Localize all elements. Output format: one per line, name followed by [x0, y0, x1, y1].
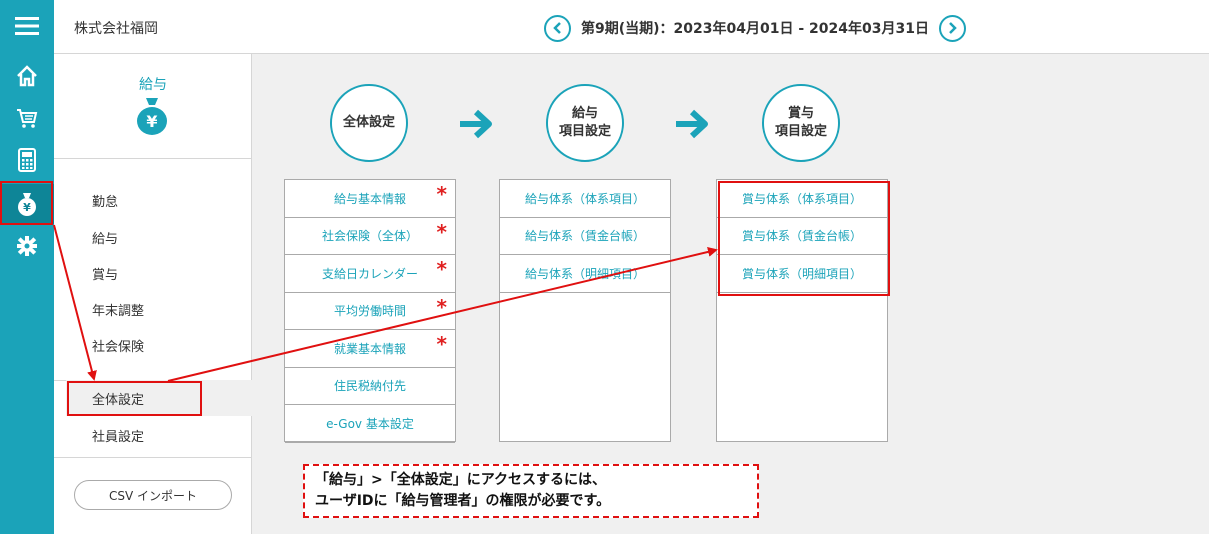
list-item-basic-salary-info[interactable]: 給与基本情報 *	[285, 180, 455, 218]
list-item-salary-system-items[interactable]: 給与体系（体系項目）	[500, 180, 670, 218]
chevron-left-icon	[552, 22, 561, 34]
required-asterisk: *	[436, 294, 447, 319]
section-title: 給与	[139, 77, 167, 93]
step-general-settings: 全体設定	[330, 84, 408, 162]
step-label: 全体設定	[342, 115, 395, 130]
note-line-2: ユーザIDに「給与管理者」の権限が必要です。	[315, 493, 611, 509]
general-settings-list: 給与基本情報 * 社会保険（全体） * 支給日カレンダー * 平均労働時間 * 就業基本…	[284, 179, 456, 443]
list-item-salary-statement-items[interactable]: 給与体系（明細項目）	[500, 255, 670, 293]
list-item-employment-basic-info[interactable]: 就業基本情報 *	[285, 330, 455, 368]
submenu-item-employee-settings[interactable]: 社員設定	[92, 426, 144, 445]
next-period-button[interactable]	[938, 14, 966, 42]
highlight-general-settings	[67, 381, 202, 416]
list-item-average-work-hours[interactable]: 平均労働時間 *	[285, 293, 455, 330]
csv-import-button[interactable]: CSV インポート	[74, 480, 232, 510]
menu-item-salary[interactable]: 給与	[92, 228, 118, 247]
company-name: 株式会社福岡	[74, 21, 158, 37]
fiscal-period-label: 第9期(当期)：2023年04月01日 - 2024年03月31日	[581, 21, 929, 37]
calculator-icon[interactable]	[0, 140, 54, 180]
highlight-salary-icon	[0, 181, 53, 225]
step-label: 項目設定	[774, 124, 827, 139]
permission-note: 「給与」>「全体設定」にアクセスするには、 ユーザIDに「給与管理者」の権限が必…	[303, 464, 759, 518]
step-salary-item-settings: 給与 項目設定	[546, 84, 624, 162]
icon-rail: ¥	[0, 0, 54, 534]
arrow-right-icon	[460, 109, 492, 139]
step-label: 賞与	[787, 106, 814, 121]
menu-item-social-insurance[interactable]: 社会保険	[92, 336, 144, 355]
svg-text:¥: ¥	[146, 112, 157, 131]
list-item-resident-tax-payee[interactable]: 住民税納付先	[285, 368, 455, 405]
menu-item-year-end-adjustment[interactable]: 年末調整	[92, 300, 144, 319]
step-bonus-item-settings: 賞与 項目設定	[762, 84, 840, 162]
step-label: 項目設定	[558, 124, 611, 139]
highlight-bonus-items	[718, 181, 890, 296]
home-icon[interactable]	[0, 56, 54, 96]
arrow-right-icon	[676, 109, 708, 139]
list-item-social-insurance-all[interactable]: 社会保険（全体） *	[285, 218, 455, 255]
required-asterisk: *	[436, 219, 447, 244]
salary-item-list: 給与体系（体系項目） 給与体系（賃金台帳） 給与体系（明細項目）	[499, 179, 671, 442]
previous-period-button[interactable]	[544, 14, 571, 42]
cart-icon[interactable]	[0, 98, 54, 138]
top-header: 株式会社福岡 第9期(当期)：2023年04月01日 - 2024年03月31日	[54, 0, 1209, 54]
list-item-payday-calendar[interactable]: 支給日カレンダー *	[285, 255, 455, 293]
list-item-egov-settings[interactable]: e-Gov 基本設定	[285, 405, 455, 443]
period-navigator: 第9期(当期)：2023年04月01日 - 2024年03月31日	[544, 14, 966, 42]
menu-item-attendance[interactable]: 勤怠	[92, 191, 118, 210]
moneybag-icon: ¥	[134, 96, 170, 140]
required-asterisk: *	[436, 182, 447, 206]
required-asterisk: *	[436, 257, 447, 281]
note-line-1: 「給与」>「全体設定」にアクセスするには、	[315, 472, 607, 488]
salary-sidebar: 給与 ¥ 勤怠 給与 賞与 年末調整 社会保険 全体設定 社員設定 CSV イン…	[54, 54, 252, 534]
required-asterisk: *	[436, 332, 447, 356]
hamburger-menu-icon[interactable]	[0, 6, 54, 46]
menu-item-bonus[interactable]: 賞与	[92, 264, 118, 283]
chevron-right-icon	[949, 22, 958, 34]
gear-icon[interactable]	[0, 226, 54, 266]
list-item-salary-wage-ledger[interactable]: 給与体系（賃金台帳）	[500, 218, 670, 255]
step-label: 給与	[571, 106, 598, 121]
